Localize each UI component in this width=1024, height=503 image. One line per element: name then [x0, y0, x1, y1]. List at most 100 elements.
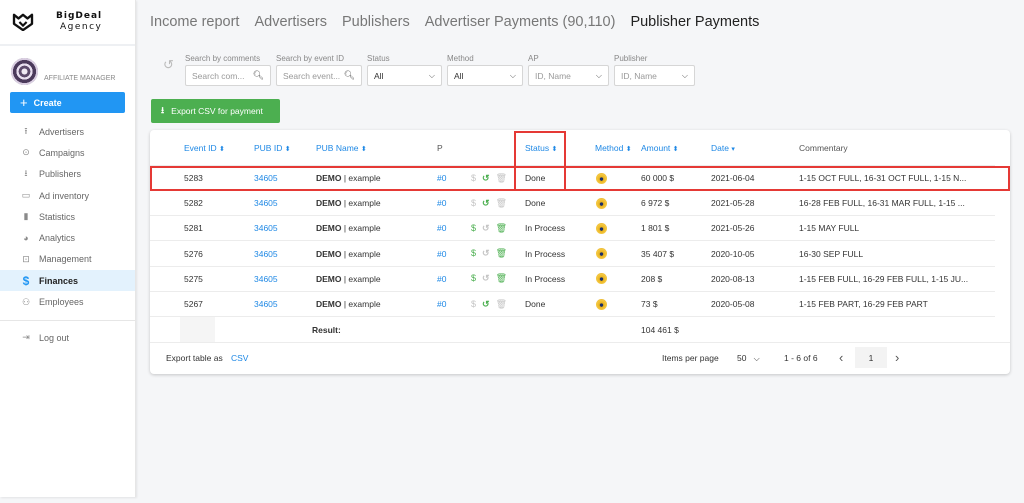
event-id: 5275 — [184, 273, 203, 284]
search-comments-input[interactable]: Search com... 🔍︎ — [185, 65, 271, 86]
filter-ap: AP ID, Name ⌵ — [528, 54, 609, 86]
method-select[interactable]: All ⌵ — [447, 65, 523, 86]
ap-select[interactable]: ID, Name ⌵ — [528, 65, 609, 86]
payment-method-icon — [596, 222, 607, 234]
items-per-page-select[interactable]: 50 ⌵ — [737, 353, 760, 364]
tab-advertisers[interactable]: Advertisers — [254, 14, 327, 30]
sidebar-item-label: Ad inventory — [39, 190, 90, 201]
user-role: AFFILIATE MANAGER — [44, 75, 116, 82]
export-csv-link[interactable]: CSV — [231, 353, 248, 363]
date: 2020-05-08 — [711, 299, 755, 309]
sidebar-item-logout[interactable]: ⇥ Log out — [0, 327, 135, 348]
export-csv-label: Export CSV for payment — [171, 106, 263, 116]
p-link[interactable]: #0 — [437, 173, 446, 183]
table-row[interactable]: 5276 34605 DEMO | example #0 $ ↺ 🗑︎ In P… — [150, 242, 995, 267]
create-button-label: Create — [33, 97, 62, 108]
table-row[interactable]: 5275 34605 DEMO | example #0 $ ↺ 🗑︎ In P… — [150, 267, 995, 292]
sidebar-item-finances[interactable]: $ Finances — [0, 270, 135, 292]
sidebar-item-campaigns[interactable]: ⊙ Campaigns — [0, 142, 135, 163]
undo-icon[interactable]: ↺ — [482, 223, 490, 234]
pay-icon[interactable]: $ — [471, 223, 476, 234]
export-csv-for-payment-button[interactable]: ⭳ Export CSV for payment — [151, 99, 280, 123]
table-row[interactable]: 5282 34605 DEMO | example #0 $ ↺ 🗑︎ Done… — [150, 191, 995, 217]
sidebar-item-label: Log out — [39, 332, 70, 343]
next-page-button[interactable]: › — [895, 350, 899, 365]
tab-publishers[interactable]: Publishers — [342, 14, 410, 30]
column-event-id[interactable]: Event ID ⬍ — [184, 143, 225, 153]
delete-icon[interactable]: 🗑︎ — [496, 223, 507, 234]
column-pub-id[interactable]: PUB ID ⬍ — [254, 143, 291, 153]
delete-icon[interactable]: 🗑︎ — [496, 198, 507, 209]
brand-name: BigDeal — [56, 11, 103, 21]
sidebar-item-management[interactable]: ⊡ Management — [0, 249, 135, 270]
column-status[interactable]: Status ⬍ — [525, 143, 557, 153]
p-link[interactable]: #0 — [437, 198, 446, 208]
pub-id-link[interactable]: 34605 — [254, 173, 278, 183]
items-per-page-label: Items per page — [662, 353, 719, 363]
undo-icon[interactable]: ↺ — [482, 198, 490, 209]
tab-advertiser-payments[interactable]: Advertiser Payments (90,110) — [425, 14, 616, 30]
pub-name: DEMO | example — [316, 223, 381, 234]
event-id: 5267 — [184, 299, 203, 309]
undo-icon[interactable]: ↺ — [482, 299, 490, 310]
sidebar-item-advertisers[interactable]: ⭱ Advertisers — [0, 121, 135, 142]
settings-box-icon: ⊡ — [22, 253, 30, 264]
pub-id-link[interactable]: 34605 — [254, 299, 278, 309]
commentary: 1-15 MAY FULL — [799, 223, 860, 234]
current-page[interactable]: 1 — [855, 347, 887, 368]
amount: 73 $ — [641, 299, 658, 309]
p-link[interactable]: #0 — [437, 249, 446, 259]
pub-id-link[interactable]: 34605 — [254, 198, 278, 208]
status-select[interactable]: All ⌵ — [367, 65, 442, 86]
column-p: P — [437, 142, 443, 153]
date: 2020-10-05 — [711, 248, 755, 259]
pub-id-link[interactable]: 34605 — [254, 223, 278, 233]
pay-icon[interactable]: $ — [471, 198, 476, 209]
table-row[interactable]: 5283 34605 DEMO | example #0 $ ↺ 🗑︎ Done… — [150, 166, 995, 191]
sidebar-item-analytics[interactable]: ◕ Analytics — [0, 227, 135, 248]
pub-id-link[interactable]: 34605 — [254, 249, 278, 259]
create-button[interactable]: + Create — [10, 92, 125, 113]
pay-icon[interactable]: $ — [471, 273, 476, 284]
pay-icon[interactable]: $ — [471, 173, 476, 184]
undo-icon[interactable]: ↺ — [482, 273, 490, 284]
avatar[interactable] — [11, 58, 38, 85]
sidebar-item-publishers[interactable]: ⭳ Publishers — [0, 164, 135, 185]
delete-icon[interactable]: 🗑︎ — [496, 299, 507, 310]
column-pub-name[interactable]: PUB Name ⬍ — [316, 143, 367, 153]
sidebar-item-ad-inventory[interactable]: ▭ Ad inventory — [0, 185, 135, 206]
delete-icon[interactable]: 🗑︎ — [496, 273, 507, 284]
date: 2021-05-28 — [711, 198, 755, 209]
table-row[interactable]: 5267 34605 DEMO | example #0 $ ↺ 🗑︎ Done… — [150, 292, 995, 317]
column-method[interactable]: Method ⬍ — [595, 143, 632, 153]
pay-icon[interactable]: $ — [471, 248, 476, 259]
delete-icon[interactable]: 🗑︎ — [496, 173, 507, 184]
column-date[interactable]: Date ▾ — [711, 143, 735, 153]
reset-filters-icon[interactable]: ↺ — [163, 57, 174, 73]
p-link[interactable]: #0 — [437, 223, 446, 233]
table-row[interactable]: 5281 34605 DEMO | example #0 $ ↺ 🗑︎ In P… — [150, 216, 995, 242]
search-event-id-input[interactable]: Search event... 🔍︎ — [276, 65, 362, 86]
column-amount[interactable]: Amount ⬍ — [641, 143, 679, 153]
amount: 35 407 $ — [641, 248, 675, 259]
sidebar-item-employees[interactable]: ⚇ Employees — [0, 291, 135, 312]
pay-icon[interactable]: $ — [471, 299, 476, 310]
undo-icon[interactable]: ↺ — [482, 173, 490, 184]
sidebar-item-label: Statistics — [39, 211, 76, 222]
pie-chart-icon: ◕ — [23, 233, 29, 244]
sidebar-item-statistics[interactable]: ▮ Statistics — [0, 206, 135, 227]
publisher-select[interactable]: ID, Name ⌵ — [614, 65, 695, 86]
pub-id-link[interactable]: 34605 — [254, 274, 278, 284]
undo-icon[interactable]: ↺ — [482, 248, 490, 259]
p-link[interactable]: #0 — [437, 299, 446, 309]
prev-page-button[interactable]: ‹ — [839, 350, 843, 365]
p-link[interactable]: #0 — [437, 274, 446, 284]
delete-icon[interactable]: 🗑︎ — [496, 248, 507, 259]
tab-publisher-payments[interactable]: Publisher Payments — [630, 14, 759, 30]
brand-logo[interactable]: BigDeal Agency — [0, 0, 135, 46]
sidebar-item-label: Employees — [39, 297, 84, 308]
pub-name: DEMO | example — [316, 248, 381, 259]
event-id: 5281 — [184, 223, 203, 234]
tab-income-report[interactable]: Income report — [150, 14, 239, 30]
sidebar: BigDeal Agency AFFILIATE MANAGER + Creat… — [0, 0, 136, 497]
